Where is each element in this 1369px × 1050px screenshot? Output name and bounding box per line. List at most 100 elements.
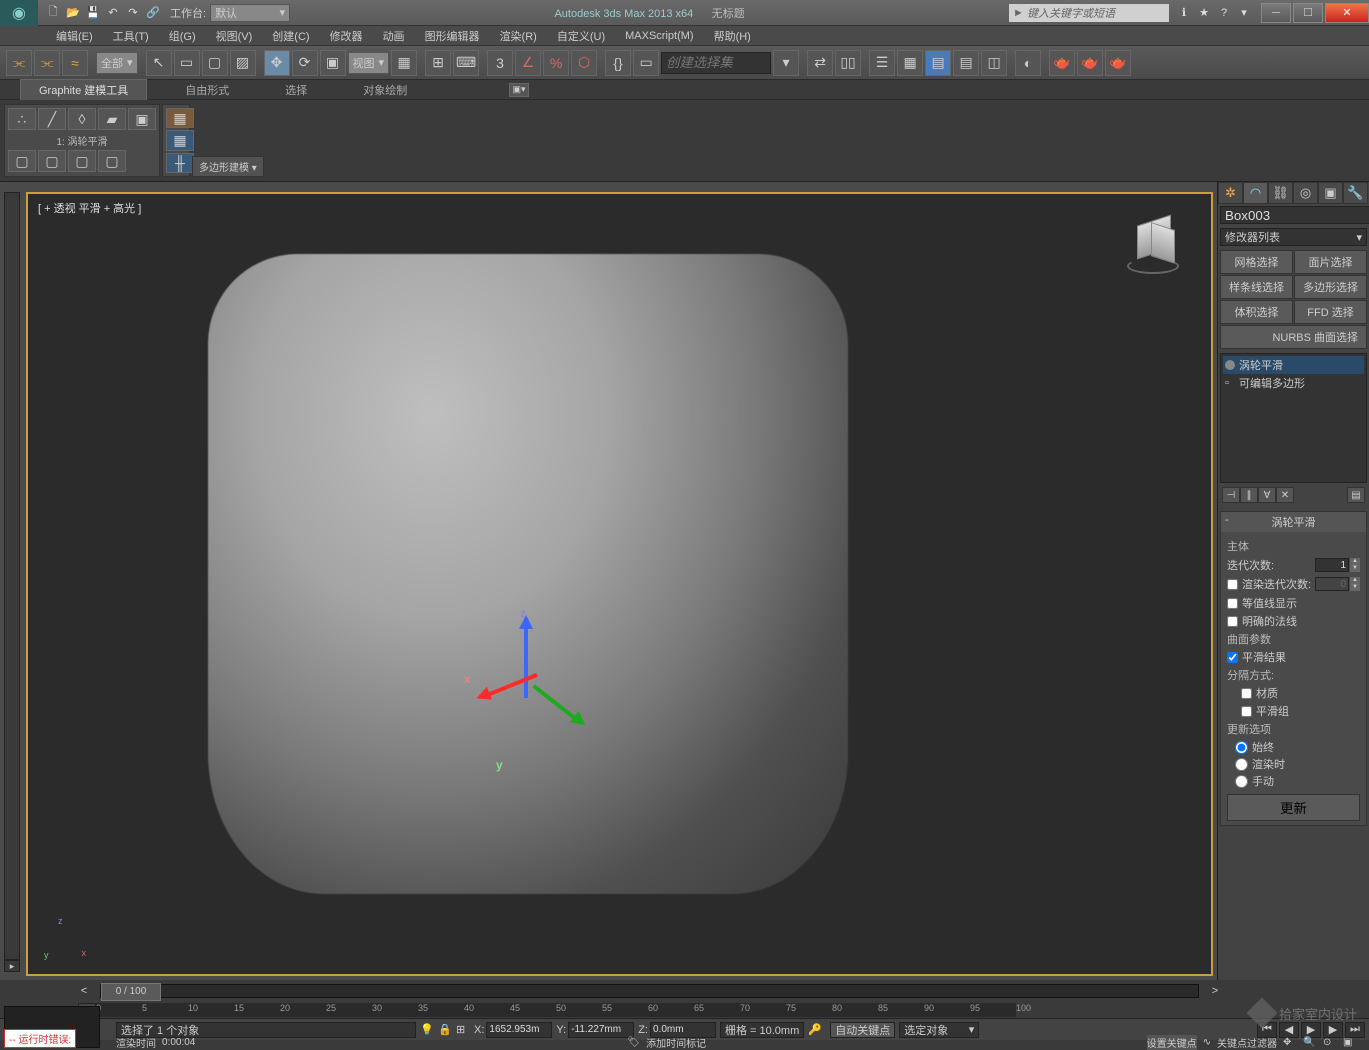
unlink-icon[interactable]: ⫘ [34,50,60,76]
edit-named-sel-icon[interactable]: {} [605,50,631,76]
cage-toggle-icon[interactable]: ▦ [166,108,194,128]
show-end-icon[interactable]: ∥ [1240,487,1258,503]
layers-icon[interactable]: ☰ [869,50,895,76]
sel-poly[interactable]: 多边形选择 [1294,275,1367,299]
keyboard-icon[interactable]: ⌨ [453,50,479,76]
menu-grapheditors[interactable]: 图形编辑器 [415,28,490,44]
bulb-icon[interactable] [1225,360,1235,370]
spinner-down-icon[interactable]: ▼ [1350,584,1360,591]
stack-item-editablepoly[interactable]: ▫可编辑多边形 [1223,374,1364,392]
set-key-button[interactable]: 设置关键点 [1147,1035,1197,1050]
preset-d-icon[interactable]: ▢ [98,150,126,172]
select-icon[interactable]: ↖ [146,50,172,76]
edge-mode-icon[interactable]: ╱ [38,108,66,130]
spinner-up-icon[interactable]: ▲ [1350,558,1360,565]
pin-stack-icon[interactable]: ⊣ [1222,487,1240,503]
sel-ffd[interactable]: FFD 选择 [1294,300,1367,324]
scale-icon[interactable]: ▣ [320,50,346,76]
element-mode-icon[interactable]: ▣ [128,108,156,130]
close-button[interactable]: ✕ [1325,3,1369,23]
nav-pan-icon[interactable]: ✥ [1283,1037,1301,1048]
time-prev-icon[interactable]: < [78,985,90,997]
info-icon[interactable]: ℹ [1175,4,1193,22]
menu-edit[interactable]: 编辑(E) [46,28,103,44]
sel-nurbs[interactable]: NURBS 曲面选择 [1220,325,1367,349]
spinner-up-icon[interactable]: ▲ [1350,577,1360,584]
snap-icon[interactable]: 3 [487,50,513,76]
sep-material-check[interactable] [1241,688,1252,699]
menu-maxscript[interactable]: MAXScript(M) [615,30,703,42]
named-dd-icon[interactable]: ▾ [773,50,799,76]
app-logo[interactable]: ◉ [0,0,38,26]
workspace-select[interactable]: 默认▾ [210,4,290,22]
sep-smg-check[interactable] [1241,706,1252,717]
render-setup-icon[interactable]: 🫖 [1049,50,1075,76]
tab-selection[interactable]: 选择 [267,80,325,100]
tab-motion-icon[interactable]: ◎ [1293,182,1318,204]
time-next-icon[interactable]: > [1209,985,1221,997]
key-filter-label[interactable]: 关键点过滤器 [1217,1035,1277,1050]
manipulate-icon[interactable]: ⊞ [425,50,451,76]
undo-icon[interactable]: ↶ [104,4,122,22]
open-icon[interactable]: 📂 [64,4,82,22]
search-input[interactable]: ► 键入关键字或短语 [1009,4,1169,22]
select-name-icon[interactable]: ▭ [174,50,200,76]
sel-mesh[interactable]: 网格选择 [1220,250,1293,274]
update-manual-radio[interactable] [1235,775,1248,788]
menu-views[interactable]: 视图(V) [206,28,263,44]
nurms-toggle-icon[interactable]: ▦ [166,130,194,150]
tab-graphite[interactable]: Graphite 建模工具 [20,79,147,100]
selection-filter[interactable]: 全部▾ [96,52,138,74]
update-button[interactable]: 更新 [1227,794,1360,821]
tab-modify-icon[interactable]: ◠ [1243,182,1268,204]
nav-orbit-icon[interactable]: ⊙ [1323,1037,1341,1048]
new-icon[interactable]: 🗋 [44,4,62,22]
modifier-stack[interactable]: 涡轮平滑 ▫可编辑多边形 [1220,353,1367,483]
tab-hierarchy-icon[interactable]: ⛓ [1268,182,1293,204]
link-icon[interactable]: 🔗 [144,4,162,22]
axis-x[interactable] [481,673,538,699]
viewport-label[interactable]: [ + 透视 平滑 + 高光 ] [38,200,141,216]
axis-z[interactable] [524,618,528,698]
configure-sets-icon[interactable]: ▤ [1347,487,1365,503]
menu-help[interactable]: 帮助(H) [704,28,761,44]
nav-max-icon[interactable]: ▣ [1343,1037,1361,1048]
save-icon[interactable]: 💾 [84,4,102,22]
render-icon[interactable]: 🫖 [1105,50,1131,76]
menu-tools[interactable]: 工具(T) [103,28,159,44]
tab-freeform[interactable]: 自由形式 [167,80,247,100]
time-thumb[interactable]: 0 / 100 [101,983,161,1001]
material-editor-icon[interactable]: ◐ [1015,50,1041,76]
axis-y[interactable] [532,684,582,724]
help-icon[interactable]: ? [1215,4,1233,22]
rollout-title[interactable]: -涡轮平滑 [1221,512,1366,532]
ribbon-collapse-icon[interactable]: ▣▾ [509,83,529,97]
isoline-check[interactable] [1227,598,1238,609]
menu-group[interactable]: 组(G) [159,28,206,44]
viewport[interactable]: [ + 透视 平滑 + 高光 ] z x y zxy [26,192,1213,976]
move-icon[interactable]: ✥ [264,50,290,76]
minimize-button[interactable]: ─ [1261,3,1291,23]
bind-icon[interactable]: ≈ [62,50,88,76]
curve-editor-icon[interactable]: ▤ [925,50,951,76]
viewcube-ring[interactable] [1127,258,1179,274]
unique-icon[interactable]: ∀ [1258,487,1276,503]
tab-display-icon[interactable]: ▣ [1318,182,1343,204]
link-icon[interactable]: ⫘ [6,50,32,76]
tab-objectpaint[interactable]: 对象绘制 [345,80,425,100]
update-render-radio[interactable] [1235,758,1248,771]
remove-mod-icon[interactable]: ✕ [1276,487,1294,503]
preset-b-icon[interactable]: ▢ [38,150,66,172]
rotate-icon[interactable]: ⟳ [292,50,318,76]
ref-coord-system[interactable]: 视图▾ [348,52,390,74]
dope-sheet-icon[interactable]: ▤ [953,50,979,76]
tab-utilities-icon[interactable]: 🔧 [1343,182,1368,204]
named-selection-set[interactable] [661,52,771,74]
iterations-input[interactable] [1315,558,1349,572]
add-time-tag[interactable]: 添加时间标记 [646,1035,706,1050]
pivot-icon[interactable]: ▦ [391,50,417,76]
smooth-result-check[interactable] [1227,652,1238,663]
graphite-icon[interactable]: ▦ [897,50,923,76]
menu-modifiers[interactable]: 修改器 [320,28,373,44]
render-framebuffer-icon[interactable]: 🫖 [1077,50,1103,76]
